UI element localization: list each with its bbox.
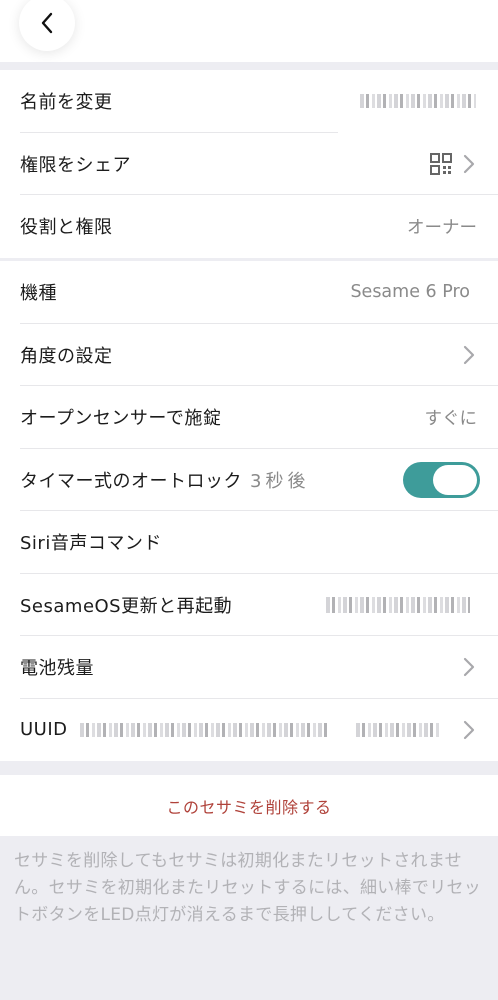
device-name-redacted [360,94,476,109]
delete-sesame-label: このセサミを削除する [166,797,332,817]
angle-setting-label: 角度の設定 [20,345,113,367]
uuid-row[interactable]: UUID [0,699,498,762]
battery-row[interactable]: 電池残量 [0,636,498,699]
open-sensor-lock-label: オープンセンサーで施錠 [20,408,222,430]
firmware-update-label: SesameOS更新と再起動 [20,595,233,617]
share-permission-label: 権限をシェア [20,154,131,176]
qr-code-icon [430,152,452,175]
angle-setting-row[interactable]: 角度の設定 [0,324,498,386]
open-sensor-lock-row[interactable]: オープンセンサーで施錠 すぐに [0,386,498,449]
chevron-right-icon [463,658,475,677]
uuid-label: UUID [20,719,68,741]
battery-label: 電池残量 [20,658,94,680]
chevron-right-icon [463,154,475,173]
toggle-knob [433,464,477,495]
open-sensor-lock-value: すぐに [424,408,478,429]
rename-row[interactable]: 名前を変更 [0,70,498,133]
uuid-value-redacted-tail [356,722,440,737]
reset-instructions-note: セサミを削除してもセサミは初期化またリセットされません。セサミを初期化またリセッ… [14,851,482,925]
auto-lock-toggle[interactable] [403,461,480,498]
chevron-left-icon [41,12,53,34]
share-permission-row[interactable]: 権限をシェア [0,133,498,195]
uuid-value-redacted [80,722,328,737]
role-permission-row[interactable]: 役割と権限 オーナー [0,195,498,258]
auto-lock-row: タイマー式のオートロック 3秒後 [0,449,498,511]
back-button[interactable] [19,0,75,51]
firmware-update-row[interactable]: SesameOS更新と再起動 [0,574,498,636]
auto-lock-duration: 3秒後 [250,470,310,492]
firmware-version-redacted [326,596,470,613]
account-section: 名前を変更 権限をシェア 役割と権限 オーナー [0,70,498,258]
chevron-right-icon [463,720,475,739]
model-value: Sesame 6 Pro [350,282,470,303]
chevron-right-icon [463,345,475,364]
siri-command-row[interactable]: Siri音声コマンド [0,511,498,574]
model-label: 機種 [20,283,57,305]
role-value: オーナー [407,217,477,238]
model-row: 機種 Sesame 6 Pro [0,261,498,324]
siri-command-label: Siri音声コマンド [20,533,162,555]
role-permission-label: 役割と権限 [20,217,113,239]
delete-sesame-button[interactable]: このセサミを削除する [0,775,498,836]
auto-lock-label: タイマー式のオートロック 3秒後 [20,467,309,493]
device-settings-section: 機種 Sesame 6 Pro 角度の設定 オープンセンサーで施錠 すぐに タイ… [0,261,498,761]
navigation-bar [0,0,498,62]
rename-label: 名前を変更 [20,92,113,114]
auto-lock-title: タイマー式のオートロック [20,470,242,492]
